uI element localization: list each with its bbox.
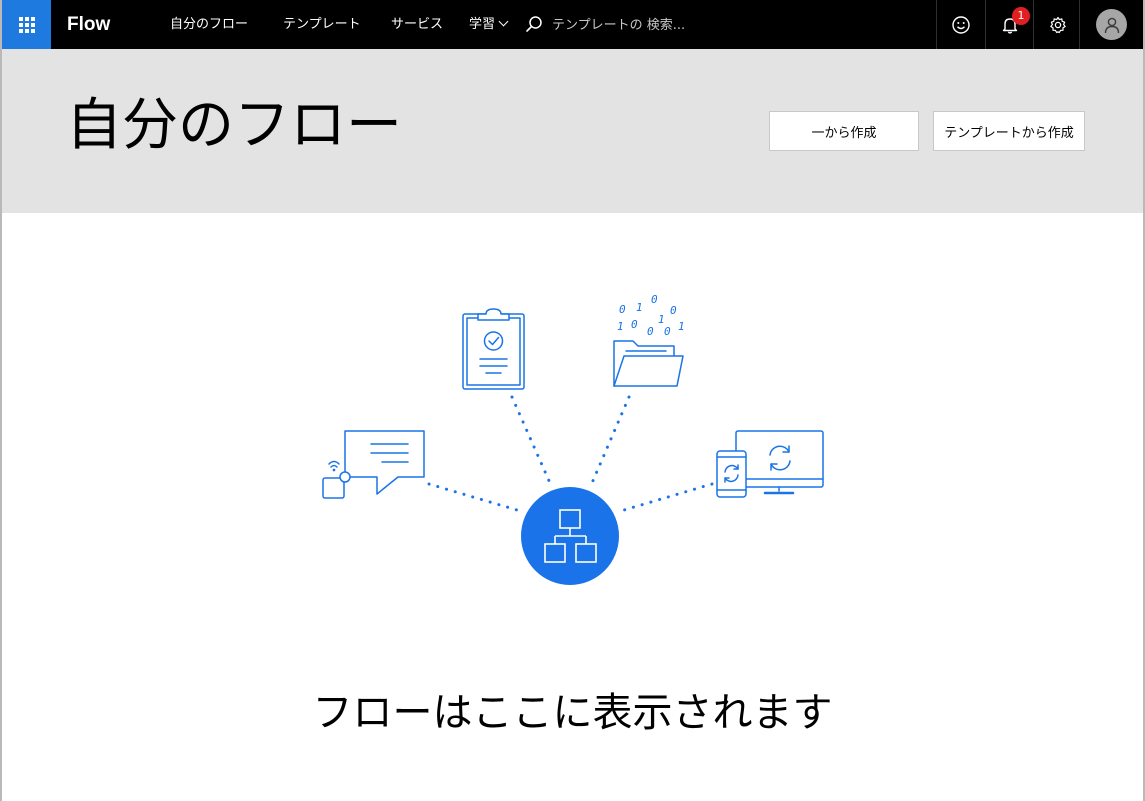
- page-header: 自分のフロー 一から作成 テンプレートから作成: [2, 49, 1143, 213]
- search-input[interactable]: [552, 12, 852, 38]
- top-bar: Flow 自分のフロー テンプレート サービス 学習 1: [2, 0, 1143, 49]
- binary-digit: 1: [617, 320, 624, 333]
- chat-bubble-icon: [322, 430, 425, 499]
- page-title: 自分のフロー: [66, 93, 402, 158]
- binary-digit: 0: [631, 318, 638, 331]
- nav-my-flows[interactable]: 自分のフロー: [170, 0, 248, 49]
- nav-templates[interactable]: テンプレート: [283, 0, 361, 49]
- empty-state-message: フローはここに表示されます: [312, 690, 833, 736]
- smiley-icon: [951, 15, 970, 34]
- notification-badge: 1: [1012, 7, 1030, 25]
- connector-devices: [622, 482, 714, 512]
- binary-digit: 0: [651, 293, 658, 306]
- devices-sync-icon: [716, 430, 824, 498]
- settings-button[interactable]: [1033, 0, 1081, 49]
- binary-digit: 0: [670, 304, 677, 317]
- binary-digit: 0: [619, 303, 626, 316]
- binary-digit: 1: [636, 301, 643, 314]
- create-from-blank-button[interactable]: 一から作成: [769, 111, 919, 151]
- brand-name[interactable]: Flow: [67, 0, 110, 49]
- waffle-icon: [18, 16, 35, 33]
- binary-digit: 0: [647, 325, 654, 338]
- folder-icon: [613, 340, 684, 387]
- profile-button[interactable]: [1079, 0, 1143, 49]
- avatar: [1096, 9, 1127, 40]
- notifications-button[interactable]: 1: [985, 0, 1033, 49]
- empty-state-illustration: 0 1 0 0 1 0 1 0 0 1: [322, 293, 824, 585]
- nav-services[interactable]: サービス: [391, 0, 443, 49]
- create-from-template-button[interactable]: テンプレートから作成: [933, 111, 1085, 151]
- connector-folder: [590, 395, 631, 485]
- connector-clipboard: [510, 395, 552, 485]
- search-icon[interactable]: [525, 15, 543, 33]
- connector-chat: [427, 482, 519, 512]
- app-window: Flow 自分のフロー テンプレート サービス 学習 1: [0, 0, 1145, 801]
- avatar-icon: [1104, 17, 1119, 33]
- chevron-down-icon: [498, 16, 509, 27]
- feedback-button[interactable]: [936, 0, 984, 49]
- binary-digit: 1: [678, 320, 685, 333]
- gear-icon: [1049, 16, 1066, 33]
- nav-learn-label: 学習: [469, 17, 496, 32]
- app-launcher-button[interactable]: [2, 0, 51, 49]
- clipboard-icon: [462, 308, 525, 390]
- nav-learn[interactable]: 学習: [469, 0, 509, 49]
- binary-digit: 0: [664, 325, 671, 338]
- flow-hub-icon: [521, 487, 619, 585]
